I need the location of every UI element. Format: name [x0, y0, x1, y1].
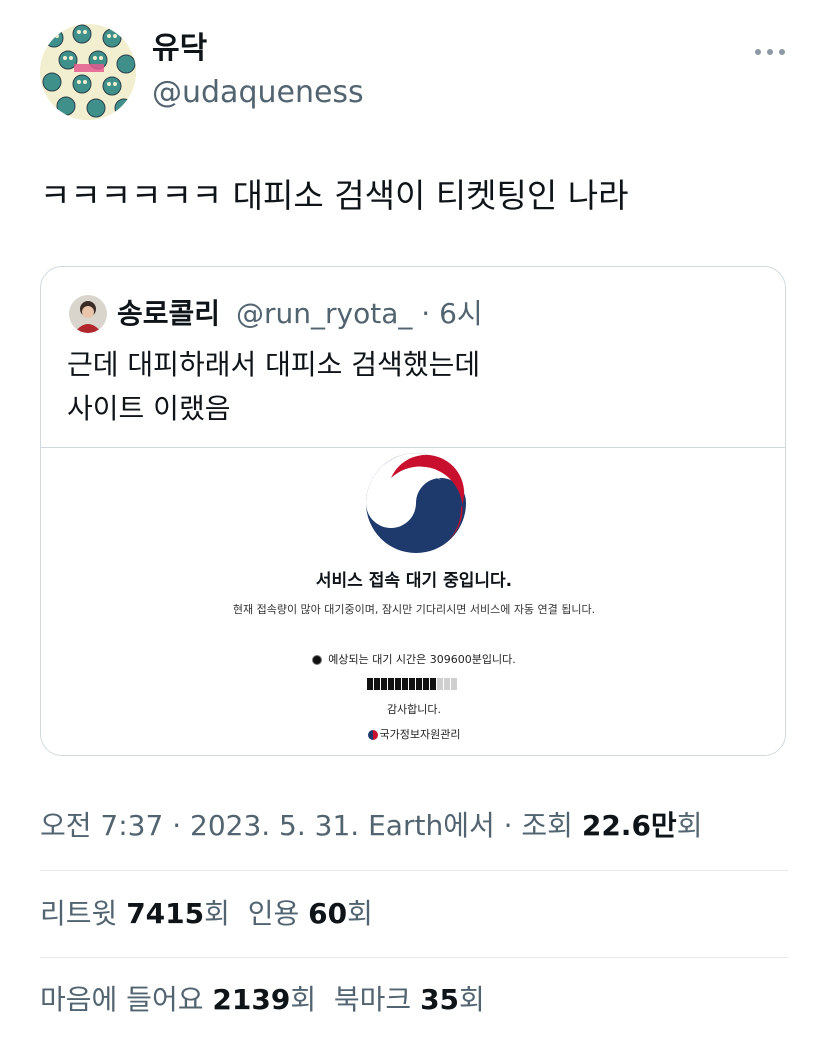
progress-segment	[430, 678, 436, 690]
quoted-tweet[interactable]: 송로콜리 @run_ryota_ · 6시 근데 대피하래서 대피소 검색했는데…	[40, 266, 786, 756]
progress-segment	[381, 678, 387, 690]
media-thanks: 감사합니다.	[386, 703, 442, 716]
progress-segment	[409, 678, 415, 690]
quote-author-avatar[interactable]	[69, 295, 107, 333]
tweet-text: ㅋㅋㅋㅋㅋㅋ 대피소 검색이 티켓팅인 나라	[40, 176, 629, 215]
tweet-meta: 오전 7:37 · 2023. 5. 31. Earth에서 · 조회 22.6…	[40, 806, 702, 846]
progress-segment	[437, 678, 443, 690]
progress-segment	[451, 678, 457, 690]
avatar-illustration-icon	[69, 295, 107, 333]
retweets-label: 리트윗	[40, 897, 127, 930]
progress-segment	[374, 678, 380, 690]
media-footer: 국가정보자원관리	[41, 726, 785, 742]
quote-author-handle[interactable]: @run_ryota_	[236, 297, 412, 330]
divider	[40, 957, 788, 958]
quote-author-name[interactable]: 송로콜리	[117, 295, 220, 333]
author-handle[interactable]: @udaqueness	[152, 74, 364, 112]
bookmarks-count: 35	[420, 983, 460, 1016]
quote-media-image[interactable]: 서비스 접속 대기 중입니다. 현재 접속량이 많아 대기중이며, 잠시만 기다…	[41, 447, 785, 755]
progress-segment	[423, 678, 429, 690]
media-progress-bar	[367, 678, 457, 690]
retweets-count: 7415	[126, 897, 205, 930]
likes-count: 2139	[212, 983, 291, 1016]
likes-label: 마음에 들어요	[40, 983, 213, 1016]
media-footer-text: 국가정보자원관리	[379, 728, 461, 741]
likes-suffix: 회	[290, 983, 317, 1016]
taegeuk-emblem-icon	[366, 453, 466, 553]
quotes-label: 인용	[247, 897, 309, 930]
quotes-suffix: 회	[347, 897, 373, 930]
view-count: 22.6만	[581, 809, 677, 842]
quote-text-line: 근데 대피하래서 대피소 검색했는데	[67, 348, 481, 381]
author-avatar[interactable]	[40, 24, 136, 120]
bookmarks-suffix: 회	[459, 983, 485, 1016]
media-description: 현재 접속량이 많아 대기중이며, 잠시만 기다리시면 서비스에 자동 연결 됩…	[232, 603, 596, 616]
retweet-quote-stats: 리트윗 7415회 인용 60회	[40, 894, 373, 934]
media-wait-time: 예상되는 대기 시간은 309600분입니다.	[41, 651, 785, 667]
divider	[40, 870, 788, 871]
progress-segment	[444, 678, 450, 690]
likes-link[interactable]: 마음에 들어요 2139회	[40, 983, 316, 1016]
media-wait-text: 예상되는 대기 시간은 309600분입니다.	[328, 653, 516, 666]
progress-segment	[416, 678, 422, 690]
bullet-icon	[312, 655, 323, 665]
quote-text-line: 사이트 이랬음	[67, 392, 231, 425]
tweet-timestamp[interactable]: 오전 7:37 · 2023. 5. 31. Earth에서 · 조회	[40, 809, 582, 842]
quotes-link[interactable]: 인용 60회	[248, 897, 373, 930]
quote-author-handle-and-time[interactable]: @run_ryota_ · 6시	[236, 295, 483, 333]
bookmarks-link[interactable]: 북마크 35회	[334, 983, 485, 1016]
progress-segment	[402, 678, 408, 690]
like-bookmark-stats: 마음에 들어요 2139회 북마크 35회	[40, 980, 485, 1020]
progress-segment	[395, 678, 401, 690]
progress-segment	[367, 678, 373, 690]
avatar-pattern-icon	[40, 24, 136, 120]
progress-segment	[388, 678, 394, 690]
view-suffix: 회	[676, 809, 703, 842]
emblem-mini-icon	[367, 730, 378, 740]
media-title: 서비스 접속 대기 중입니다.	[315, 571, 513, 591]
retweets-link[interactable]: 리트윗 7415회	[40, 897, 230, 930]
more-options-icon[interactable]	[752, 36, 788, 66]
quotes-count: 60	[308, 897, 348, 930]
retweets-suffix: 회	[204, 897, 230, 930]
quote-text: 근데 대피하래서 대피소 검색했는데 사이트 이랬음	[67, 343, 480, 431]
bookmarks-label: 북마크	[333, 983, 421, 1016]
quote-time[interactable]: · 6시	[421, 297, 482, 330]
author-display-name[interactable]: 유닥	[152, 30, 207, 68]
